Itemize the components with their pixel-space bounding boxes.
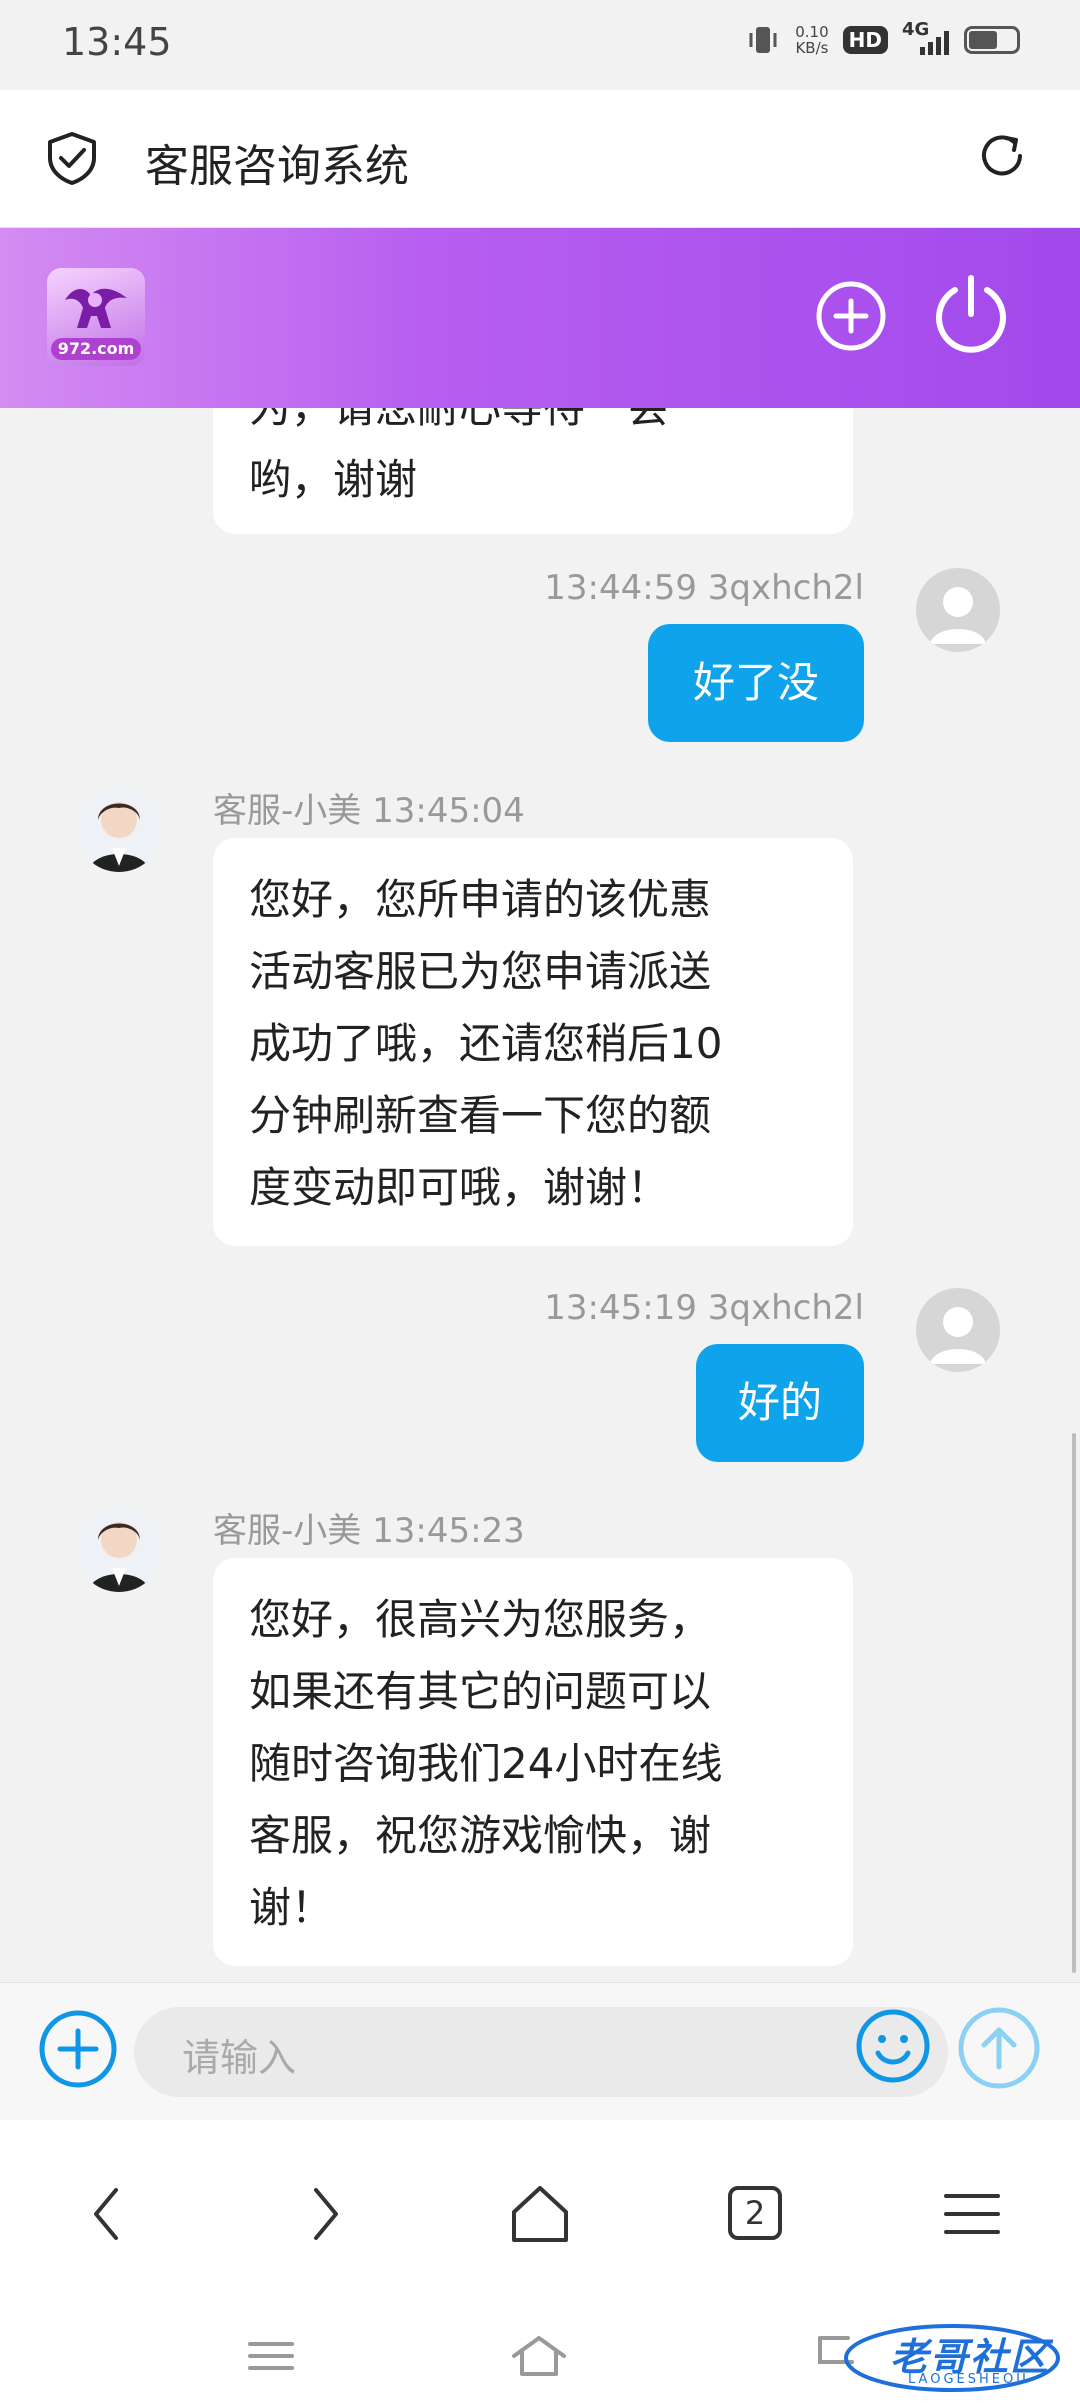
send-icon[interactable] [956, 2005, 1042, 2091]
battery-icon [964, 26, 1020, 54]
page-title: 客服咨询系统 [145, 141, 409, 192]
tabs-button[interactable]: 2 [728, 2186, 782, 2240]
agent-avatar [76, 786, 162, 872]
emoji-icon[interactable] [854, 2007, 932, 2085]
add-attachment-icon[interactable] [36, 2007, 120, 2091]
hd-badge: HD [842, 26, 888, 54]
refresh-icon[interactable] [972, 126, 1032, 186]
user-avatar [916, 1288, 1000, 1372]
user-avatar [916, 568, 1000, 652]
message-meta: 客服-小美 13:45:23 [213, 1511, 525, 1551]
watermark-logo: 老哥社区 LAOGESHEOU [812, 2318, 1062, 2398]
agent-avatar [76, 1506, 162, 1592]
back-icon[interactable] [68, 2174, 148, 2254]
menu-icon[interactable] [932, 2174, 1012, 2254]
user-message-bubble: 好了没 [648, 624, 864, 742]
chat-scrollbar[interactable] [1072, 1433, 1076, 1973]
browser-title-bar: 客服咨询系统 [0, 90, 1080, 228]
add-circle-icon[interactable] [814, 279, 888, 353]
shield-check-icon[interactable] [42, 128, 102, 188]
winged-lion-icon [65, 288, 127, 328]
message-input[interactable]: 请输入 [134, 2007, 948, 2097]
status-time: 13:45 [62, 20, 172, 64]
agent-message-bubble: 您好，您所申请的该优惠 活动客服已为您申请派送 成功了哦，还请您稍后10 分钟刷… [213, 838, 853, 1246]
user-message-bubble: 好的 [696, 1344, 864, 1462]
vibrate-icon [749, 27, 777, 53]
power-icon[interactable] [930, 272, 1012, 354]
message-meta: 客服-小美 13:45:04 [213, 791, 525, 831]
app-header: 972.com [0, 228, 1080, 408]
message-meta: 13:45:19 3qxhch2l [544, 1288, 864, 1328]
chat-area[interactable]: 为，请您耐心等待一会 哟，谢谢 13:44:59 3qxhch2l 好了没 客服… [0, 408, 1080, 1982]
message-meta: 13:44:59 3qxhch2l [544, 568, 864, 608]
signal-icon: 4G [902, 19, 950, 57]
app-logo: 972.com [47, 268, 145, 366]
home-icon[interactable] [500, 2174, 580, 2254]
input-placeholder: 请输入 [182, 2036, 297, 2080]
system-nav-bar: 老哥社区 LAOGESHEOU [0, 2308, 1080, 2408]
agent-message-bubble: 您好，很高兴为您服务， 如果还有其它的问题可以 随时咨询我们24小时在线 客服，… [213, 1558, 853, 1966]
logo-text: 972.com [51, 338, 141, 360]
net-speed: 0.10 KB/s [795, 23, 829, 57]
browser-nav-bar: 2 [0, 2120, 1080, 2308]
system-home-icon[interactable] [504, 2326, 574, 2386]
agent-message-bubble: 为，请您耐心等待一会 哟，谢谢 [213, 408, 853, 534]
status-icons: 0.10 KB/s HD 4G [745, 19, 1020, 58]
watermark-subtext: LAOGESHEOU [908, 2372, 1029, 2387]
status-bar: 13:45 0.10 KB/s HD 4G [0, 0, 1080, 90]
forward-icon[interactable] [284, 2174, 364, 2254]
message-input-bar: 请输入 [0, 1982, 1080, 2120]
recent-apps-icon[interactable] [236, 2326, 306, 2386]
